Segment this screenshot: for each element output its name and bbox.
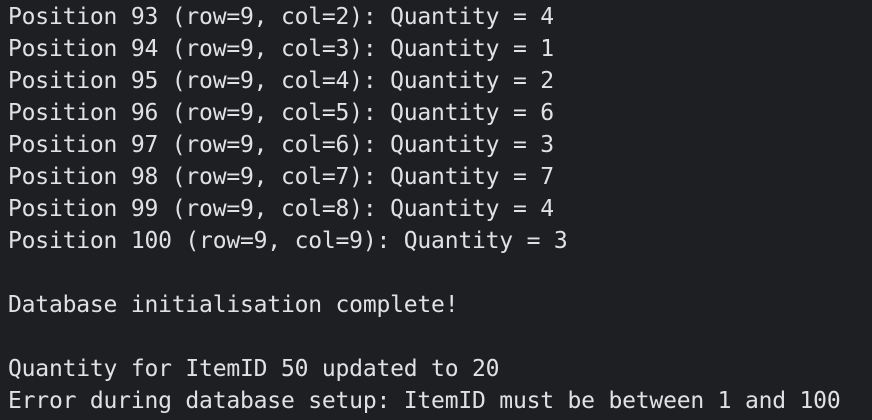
- output-line-position-94: Position 94 (row=9, col=3): Quantity = 1: [8, 36, 554, 62]
- output-line-position-98: Position 98 (row=9, col=7): Quantity = 7: [8, 164, 554, 190]
- output-line-position-95: Position 95 (row=9, col=4): Quantity = 2: [8, 68, 554, 94]
- output-line-error: Error during database setup: ItemID must…: [8, 388, 841, 414]
- output-line-init-complete: Database initialisation complete!: [8, 292, 459, 318]
- output-line-quantity-updated: Quantity for ItemID 50 updated to 20: [8, 356, 500, 382]
- output-line-position-93: Position 93 (row=9, col=2): Quantity = 4: [8, 4, 554, 30]
- output-line-position-99: Position 99 (row=9, col=8): Quantity = 4: [8, 196, 554, 222]
- output-line-position-100: Position 100 (row=9, col=9): Quantity = …: [8, 228, 568, 254]
- console-output: Position 93 (row=9, col=2): Quantity = 4…: [0, 0, 872, 420]
- output-line-position-97: Position 97 (row=9, col=6): Quantity = 3: [8, 132, 554, 158]
- output-line-position-96: Position 96 (row=9, col=5): Quantity = 6: [8, 100, 554, 126]
